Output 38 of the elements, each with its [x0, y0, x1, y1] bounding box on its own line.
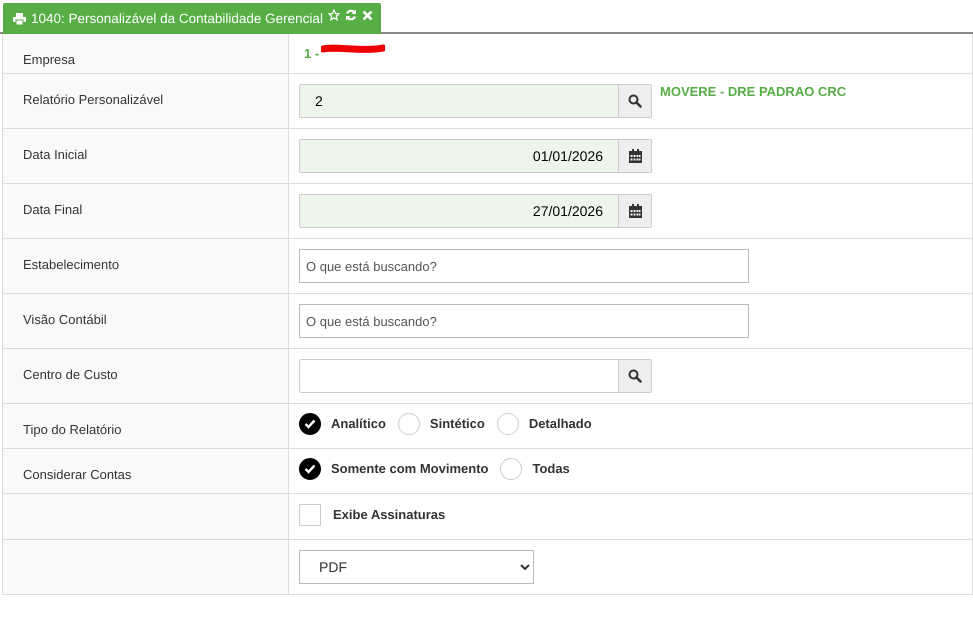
- calendar-icon: [628, 149, 642, 163]
- search-button[interactable]: [619, 84, 652, 118]
- date-field[interactable]: 27/01/2026: [299, 194, 619, 228]
- field-label: Visão Contábil: [23, 312, 107, 327]
- option-label: Somente com Movimento: [331, 460, 488, 478]
- option-label: Sintético: [430, 415, 485, 434]
- printer-icon: [13, 13, 26, 25]
- radio-button[interactable]: [299, 413, 321, 435]
- field-label: Relatório Personalizável: [23, 92, 164, 107]
- field-label: Data Final: [23, 202, 82, 217]
- checkbox-label: Exibe Assinaturas: [333, 506, 446, 524]
- format-select[interactable]: PDF: [299, 550, 534, 584]
- field-label: Data Inicial: [23, 147, 88, 162]
- lookup-field[interactable]: [299, 359, 619, 393]
- calendar-button[interactable]: [619, 139, 652, 173]
- field-label: Estabelecimento: [23, 257, 120, 272]
- search-button[interactable]: [619, 359, 652, 393]
- search-field[interactable]: O que está buscando?: [299, 249, 749, 283]
- option-label: Detalhado: [528, 415, 592, 434]
- option-label: Todas: [532, 460, 570, 478]
- report-name: MOVERE - DRE PADRAO CRC: [660, 83, 846, 101]
- calendar-button[interactable]: [619, 194, 652, 228]
- field-label: Tipo do Relatório: [23, 422, 122, 437]
- company-value: 1 -: [304, 45, 320, 63]
- check-icon: [304, 419, 316, 429]
- lookup-field[interactable]: 2: [299, 84, 619, 118]
- radio-button[interactable]: [299, 458, 321, 480]
- option-label: Analítico: [331, 415, 386, 434]
- check-icon: [304, 464, 316, 474]
- calendar-icon: [628, 204, 642, 218]
- date-field[interactable]: 01/01/2026: [299, 139, 619, 173]
- search-icon: [628, 94, 642, 108]
- field-label: Empresa: [23, 52, 76, 67]
- field-label: Centro de Custo: [23, 367, 118, 382]
- checkbox[interactable]: [299, 504, 321, 526]
- field-label: Considerar Contas: [23, 467, 132, 482]
- search-field[interactable]: O que está buscando?: [299, 304, 749, 338]
- search-icon: [628, 369, 642, 383]
